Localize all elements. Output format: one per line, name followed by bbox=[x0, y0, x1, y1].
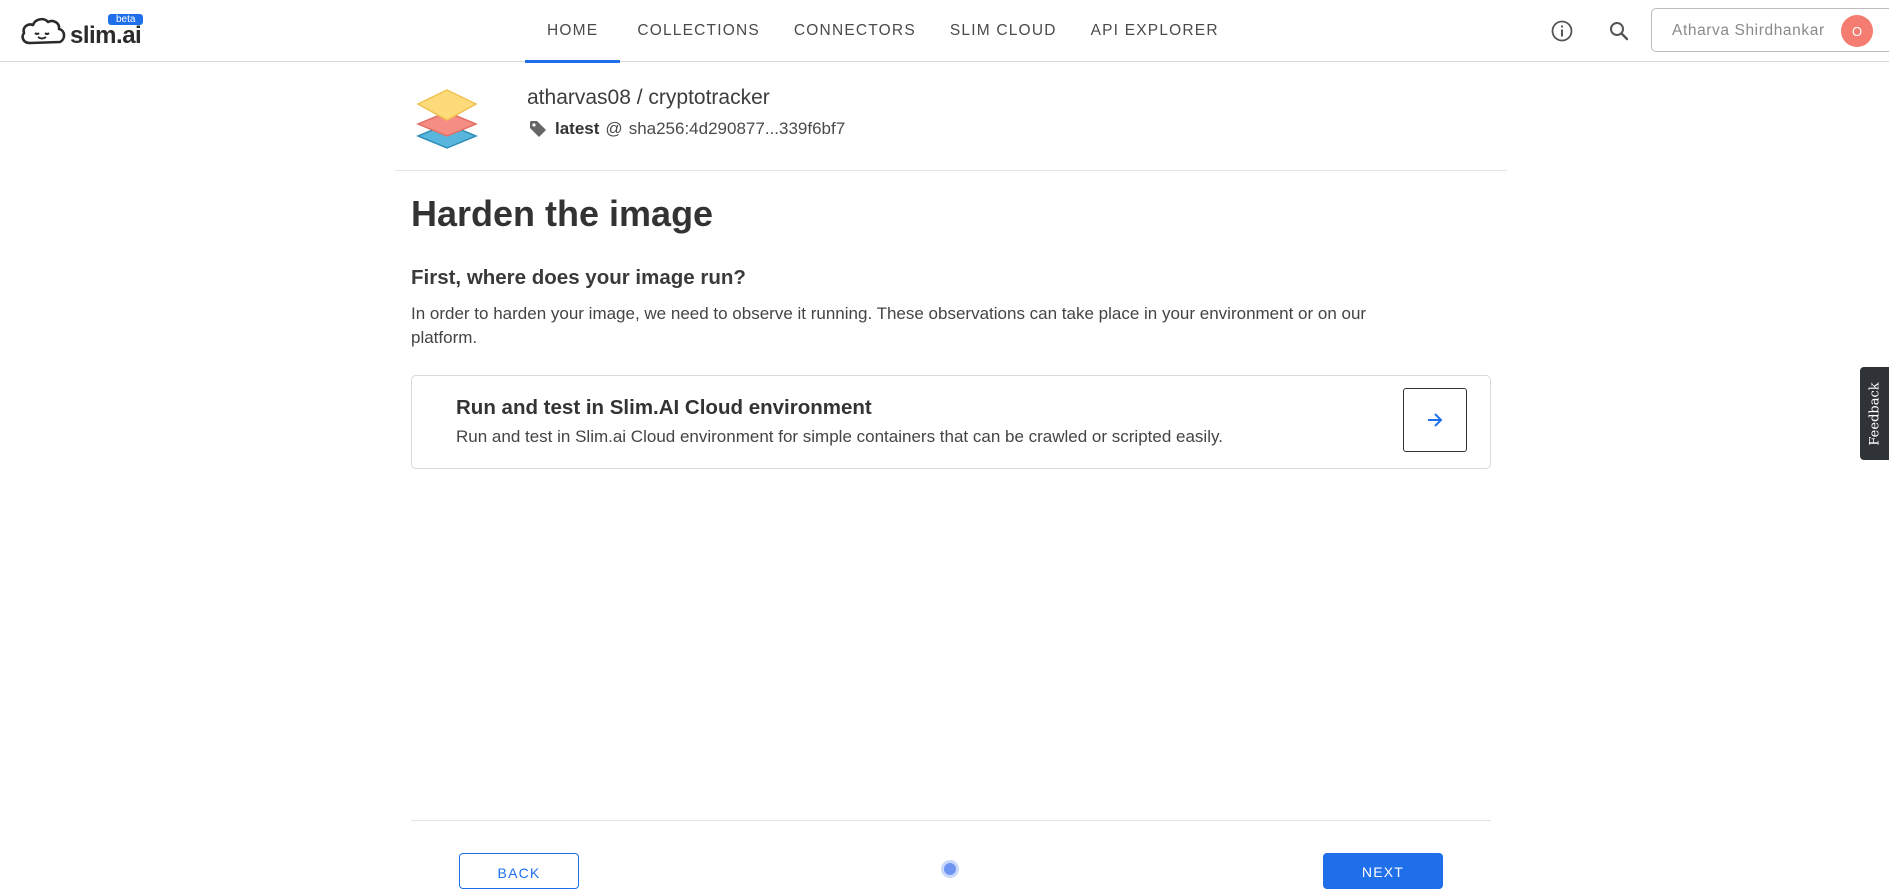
step-indicator bbox=[941, 860, 959, 878]
user-name: Atharva Shirdhankar bbox=[1672, 22, 1825, 39]
option-arrow-button[interactable] bbox=[1403, 388, 1467, 452]
repository-icon bbox=[416, 86, 478, 159]
avatar: O bbox=[1841, 15, 1873, 47]
slim-cloud-option-card[interactable]: Run and test in Slim.AI Cloud environmen… bbox=[411, 375, 1491, 469]
logo-wordmark: slim.ai bbox=[70, 22, 142, 49]
tag-name: latest bbox=[555, 119, 600, 138]
option-description: Run and test in Slim.ai Cloud environmen… bbox=[456, 427, 1223, 446]
repository-name: atharvas08 / cryptotracker bbox=[527, 86, 770, 109]
page-title: Harden the image bbox=[411, 193, 714, 234]
section-heading: First, where does your image run? bbox=[411, 266, 746, 289]
feedback-label: Feedback bbox=[1867, 381, 1882, 446]
stacked-layers-icon bbox=[416, 89, 478, 149]
nav-api-explorer[interactable]: API EXPLORER bbox=[1074, 0, 1236, 62]
slim-ai-logo[interactable]: slim.ai beta bbox=[20, 14, 145, 49]
divider bbox=[411, 820, 1491, 821]
feedback-tab[interactable]: Feedback bbox=[1860, 367, 1889, 460]
nav-collections[interactable]: COLLECTIONS bbox=[620, 0, 777, 62]
back-button[interactable]: BACK bbox=[459, 853, 579, 889]
nav-connectors[interactable]: CONNECTORS bbox=[777, 0, 933, 62]
section-description: In order to harden your image, we need t… bbox=[411, 304, 1367, 347]
tag-icon bbox=[530, 121, 546, 137]
image-digest: sha256:4d290877...339f6bf7 bbox=[628, 119, 846, 138]
search-icon[interactable] bbox=[1606, 18, 1632, 44]
nav-home[interactable]: HOME bbox=[525, 0, 621, 63]
info-icon[interactable] bbox=[1549, 18, 1575, 44]
option-title: Run and test in Slim.AI Cloud environmen… bbox=[456, 396, 872, 419]
cloud-face-logo-icon bbox=[21, 17, 66, 45]
next-button[interactable]: NEXT bbox=[1323, 853, 1443, 889]
image-tag-line: latest @ sha256:4d290877...339f6bf7 bbox=[529, 119, 845, 139]
main-nav: HOME COLLECTIONS CONNECTORS SLIM CLOUD A… bbox=[525, 0, 1236, 63]
arrow-right-icon bbox=[1428, 413, 1443, 427]
divider bbox=[395, 170, 1507, 171]
at-symbol: @ bbox=[605, 119, 623, 138]
top-navigation-bar: slim.ai beta HOME COLLECTIONS CONNECTORS… bbox=[0, 0, 1889, 63]
nav-slim-cloud[interactable]: SLIM CLOUD bbox=[933, 0, 1074, 62]
user-menu[interactable]: Atharva Shirdhankar O bbox=[1651, 8, 1889, 52]
beta-badge: beta bbox=[108, 14, 144, 25]
